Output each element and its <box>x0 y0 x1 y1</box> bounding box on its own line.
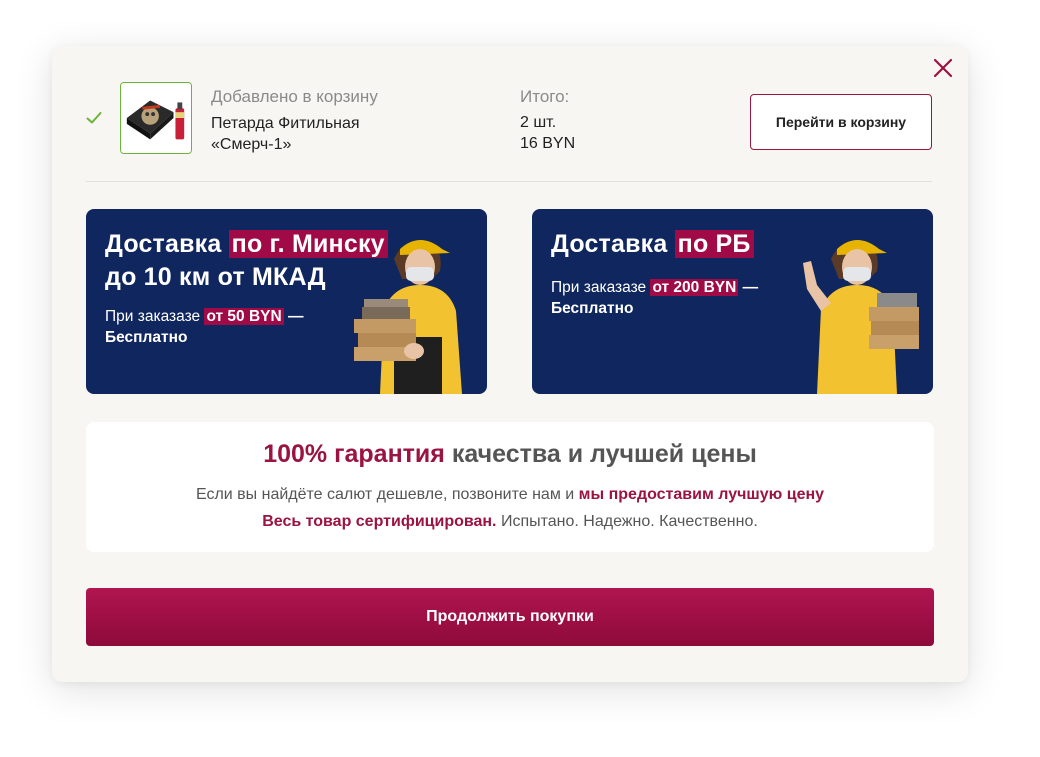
banner-title-text-2: до 10 км от МКАД <box>105 263 326 291</box>
added-to-cart-label: Добавлено в корзину <box>211 87 378 106</box>
guarantee-line-2-accent: Весь товар сертифицирован. <box>262 513 497 530</box>
delivery-minsk-banner[interactable]: Доставка по г. Минску до 10 км от МКАД П… <box>86 209 487 394</box>
courier-image <box>803 240 919 394</box>
delivery-rb-banner[interactable]: Доставка по РБ При заказазе от 200 BYN —… <box>532 209 933 394</box>
guarantee-line-2: Весь товар сертифицирован. Испытано. Над… <box>86 513 934 531</box>
banner-subtitle-text: При заказазе <box>105 308 205 325</box>
cart-added-modal: Добавлено в корзину Петарда Фитильная «С… <box>52 46 968 682</box>
total-sum: 16 BYN <box>520 135 576 152</box>
banner-title-text: Доставка <box>551 230 675 258</box>
divider <box>86 181 932 182</box>
total-label: Итого: <box>520 87 570 106</box>
banner-subtitle-highlight: от 50 BYN <box>204 308 284 325</box>
courier-image <box>354 240 462 394</box>
banner-subtitle-highlight: от 200 BYN <box>650 279 739 296</box>
check-icon <box>86 111 102 125</box>
product-thumbnail[interactable] <box>120 82 192 154</box>
guarantee-title-rest: качества и лучшей цены <box>444 440 757 468</box>
banner-title-highlight: по РБ <box>674 230 754 258</box>
continue-shopping-button[interactable]: Продолжить покупки <box>86 588 934 646</box>
guarantee-title: 100% гарантия качества и лучшей цены <box>86 440 934 469</box>
guarantee-line-1-accent: мы предоставим лучшую цену <box>578 486 825 503</box>
banner-subtitle: При заказазе от 50 BYN — Бесплатно <box>105 306 365 348</box>
guarantee-line-2-text: Испытано. Надежно. Качественно. <box>496 513 758 530</box>
guarantee-block: 100% гарантия качества и лучшей цены Есл… <box>86 422 934 552</box>
guarantee-line-1: Если вы найдёте салют дешевле, позвоните… <box>86 486 934 504</box>
banner-title-text: Доставка <box>105 230 229 258</box>
close-icon[interactable] <box>932 57 954 79</box>
banner-subtitle: При заказазе от 200 BYN — Бесплатно <box>551 277 791 319</box>
banner-title: Доставка по РБ <box>551 228 754 261</box>
guarantee-line-1-text: Если вы найдёте салют дешевле, позвоните… <box>195 486 579 503</box>
banner-subtitle-text: При заказазе <box>551 279 651 296</box>
guarantee-title-accent: 100% гарантия <box>263 440 445 468</box>
go-to-cart-button[interactable]: Перейти в корзину <box>750 94 932 150</box>
product-name[interactable]: Петарда Фитильная «Смерч-1» <box>211 113 421 155</box>
total-quantity: 2 шт. <box>520 114 557 131</box>
